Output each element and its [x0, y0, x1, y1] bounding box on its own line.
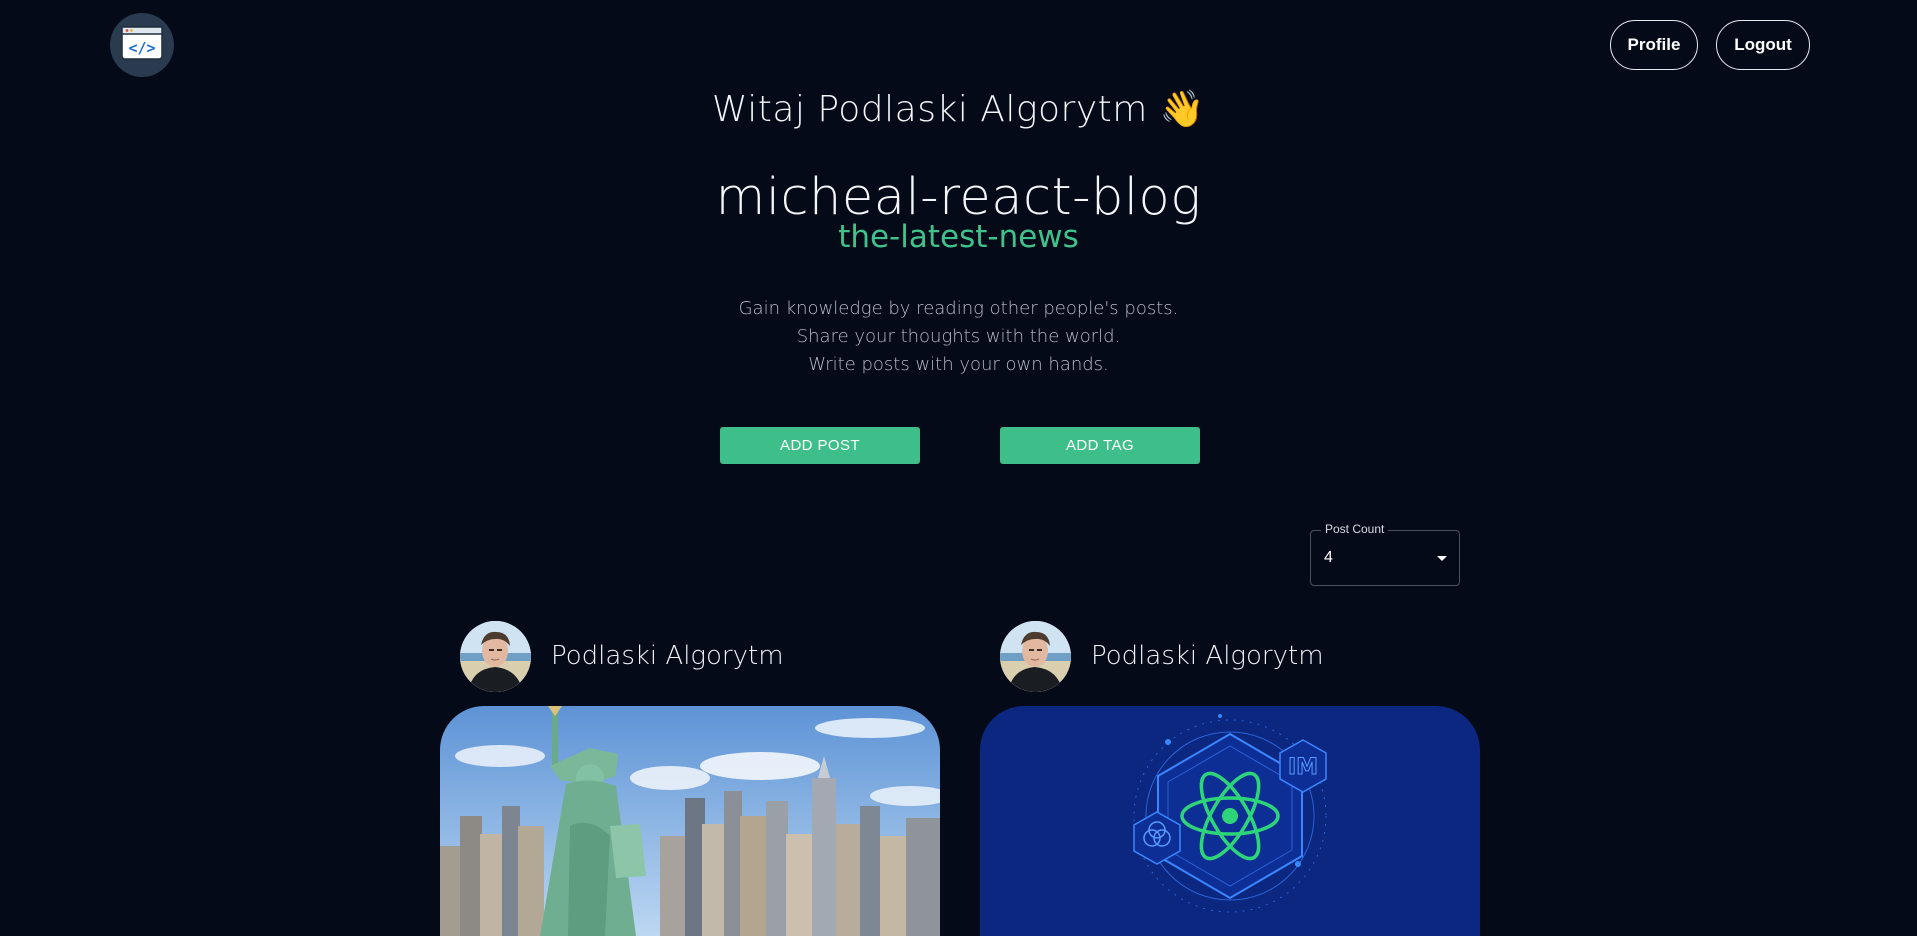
post-author: Podlaski Algorytm — [460, 620, 784, 692]
top-navigation-bar: </> Profile Logout — [0, 0, 1917, 90]
intro-line: Gain knowledge by reading other people's… — [738, 298, 1179, 319]
intro-line: Write posts with your own hands. — [808, 354, 1109, 375]
blog-subtitle: the-latest-news — [838, 219, 1079, 255]
logout-button[interactable]: Logout — [1716, 20, 1810, 70]
avatar — [1000, 620, 1071, 692]
caret-down-icon — [1437, 556, 1447, 561]
post-card[interactable]: Podlaski Algorytm — [440, 620, 940, 936]
intro-text: Gain knowledge by reading other people's… — [0, 295, 1917, 379]
svg-text:IM: IM — [1288, 755, 1318, 780]
logo[interactable]: </> — [110, 13, 174, 77]
post-image-new-york[interactable] — [440, 706, 940, 936]
post-card[interactable]: Podlaski Algorytm IM — [980, 620, 1480, 936]
post-author: Podlaski Algorytm — [1000, 620, 1324, 692]
add-post-button[interactable]: ADD POST — [720, 427, 920, 464]
code-window-icon: </> — [121, 26, 163, 64]
post-count-select[interactable]: Post Count 4 — [1310, 522, 1460, 586]
post-image-react[interactable]: IM — [980, 706, 1480, 936]
add-tag-button[interactable]: ADD TAG — [1000, 427, 1200, 464]
post-count-label: Post Count — [1321, 522, 1389, 536]
author-name: Podlaski Algorytm — [1091, 641, 1324, 671]
avatar — [460, 620, 531, 692]
profile-button[interactable]: Profile — [1610, 20, 1698, 70]
post-count-value: 4 — [1324, 549, 1333, 566]
author-name: Podlaski Algorytm — [551, 641, 784, 671]
intro-line: Share your thoughts with the world. — [796, 326, 1121, 347]
svg-text:</>: </> — [128, 39, 155, 57]
greeting-heading: Witaj Podlaski Algorytm 👋 — [711, 89, 1206, 130]
